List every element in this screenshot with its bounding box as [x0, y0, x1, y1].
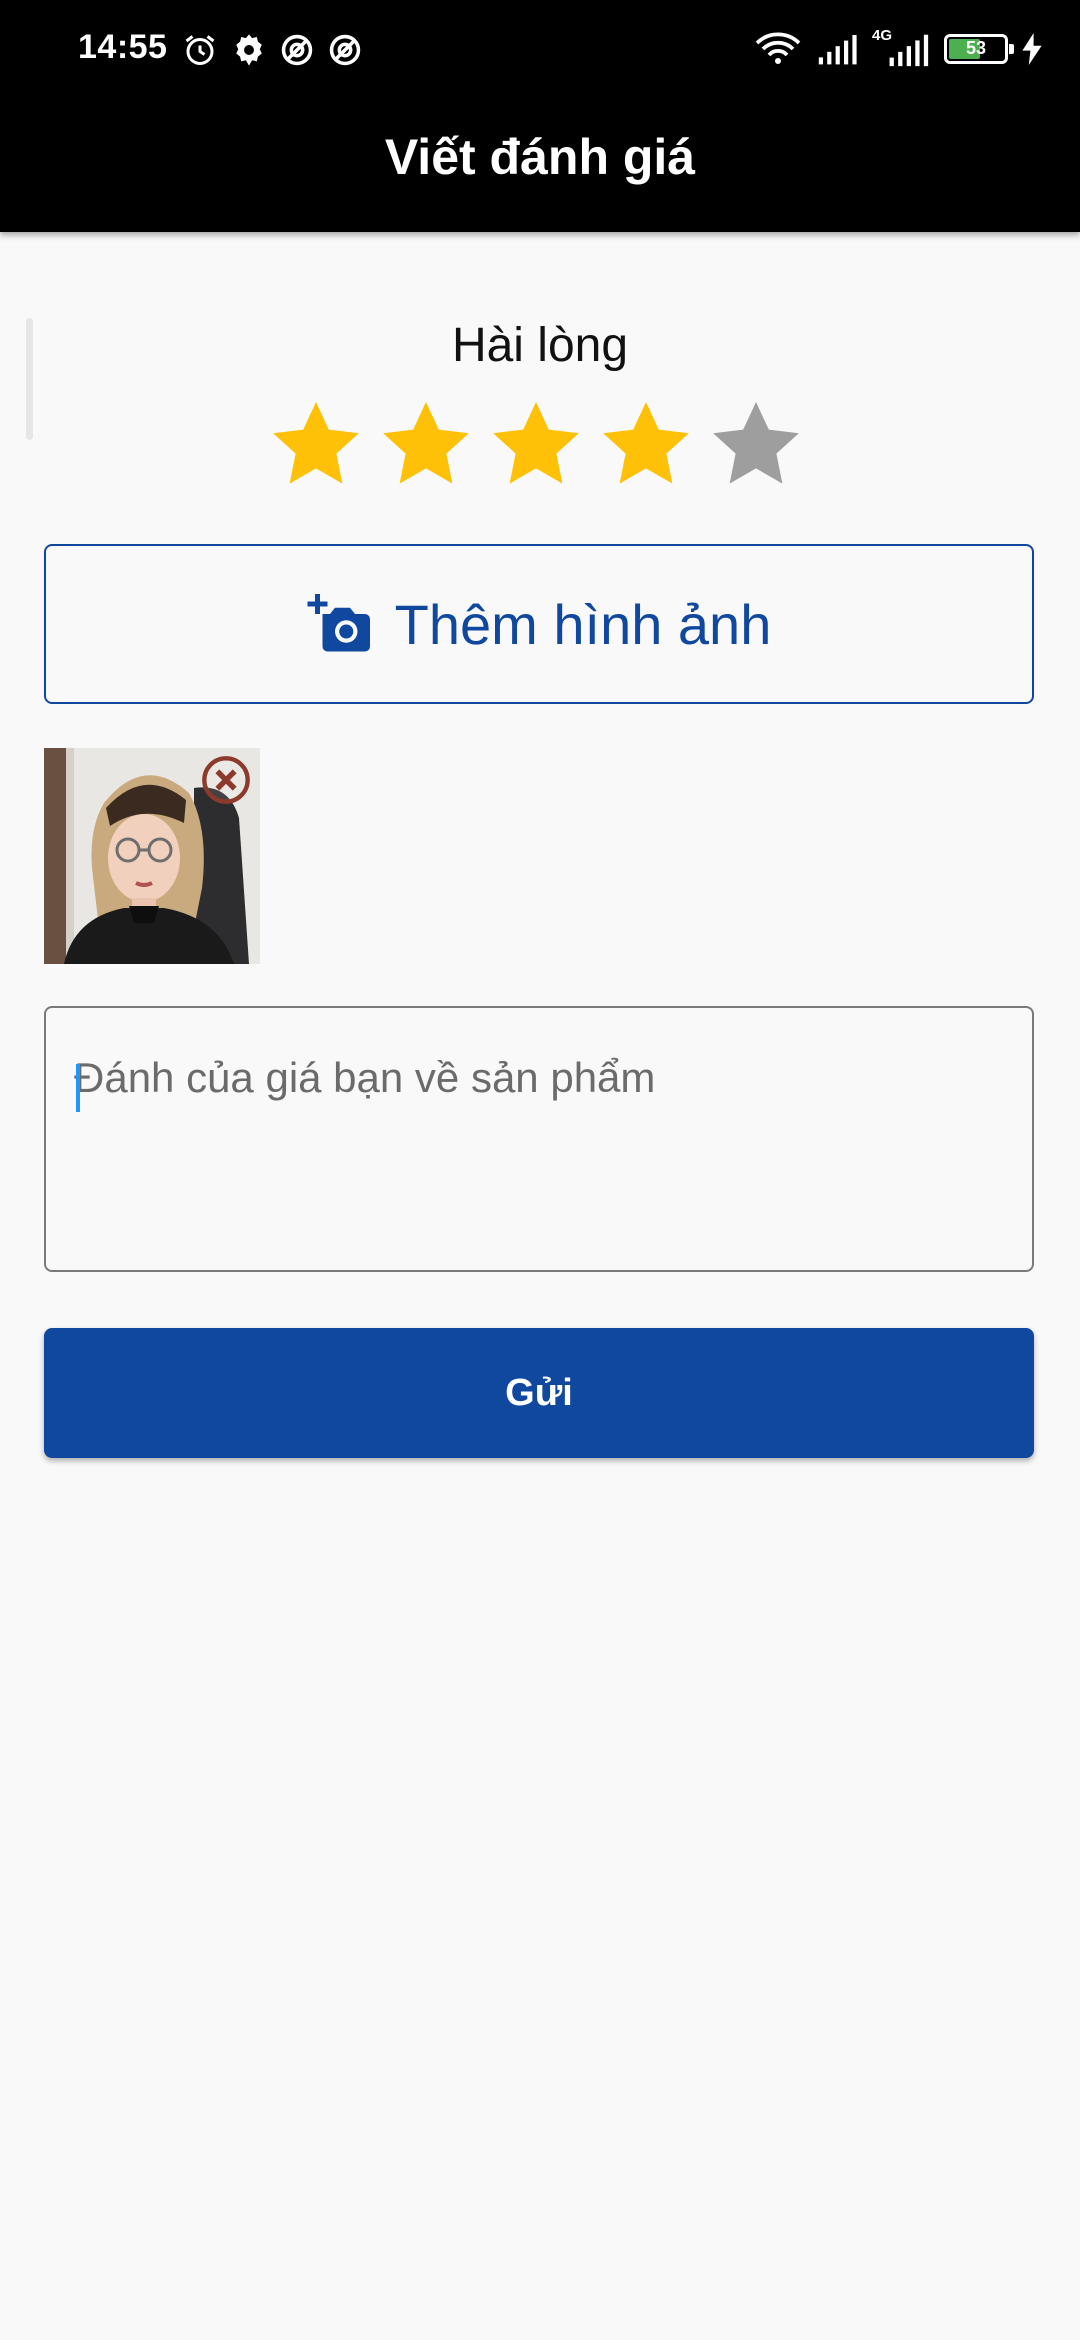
add-camera-icon [307, 594, 370, 652]
status-time: 14:55 [78, 28, 168, 66]
battery-level: 53 [965, 38, 987, 58]
remove-circle-icon[interactable] [200, 754, 252, 806]
settings-icon [236, 34, 262, 66]
add-photo-button[interactable]: Thêm hình ảnh [44, 544, 1034, 704]
signal-icon [818, 35, 857, 65]
text-cursor [76, 1064, 80, 1112]
star-2-icon[interactable] [378, 396, 474, 492]
status-right-icons: 4G 53 [754, 26, 1042, 72]
alarm-icon [185, 35, 215, 65]
app-notification-icon [281, 34, 313, 66]
status-bar: 14:55 4G 53 [0, 0, 1080, 100]
submit-button[interactable]: Gửi [44, 1328, 1034, 1458]
battery-icon: 53 [944, 34, 1014, 64]
wifi-icon [755, 32, 801, 64]
review-field [44, 1006, 1034, 1272]
star-rating [268, 396, 804, 492]
submit-label: Gửi [505, 1371, 573, 1414]
photo-thumbnail [44, 748, 260, 964]
add-photo-label: Thêm hình ảnh [394, 592, 772, 656]
app-bar: Viết đánh giá [0, 100, 1080, 232]
charging-icon [1022, 33, 1042, 65]
status-left-icons [182, 28, 362, 72]
star-4-icon[interactable] [598, 396, 694, 492]
star-3-icon[interactable] [488, 396, 584, 492]
rating-label: Hài lòng [451, 319, 629, 372]
star-5-icon[interactable] [708, 396, 804, 492]
app-notification-icon [329, 34, 361, 66]
star-1-icon[interactable] [268, 396, 364, 492]
review-input[interactable] [74, 1054, 1004, 1244]
page-title: Viết đánh giá [384, 129, 696, 185]
signal-4g-icon: 4G [872, 27, 930, 69]
